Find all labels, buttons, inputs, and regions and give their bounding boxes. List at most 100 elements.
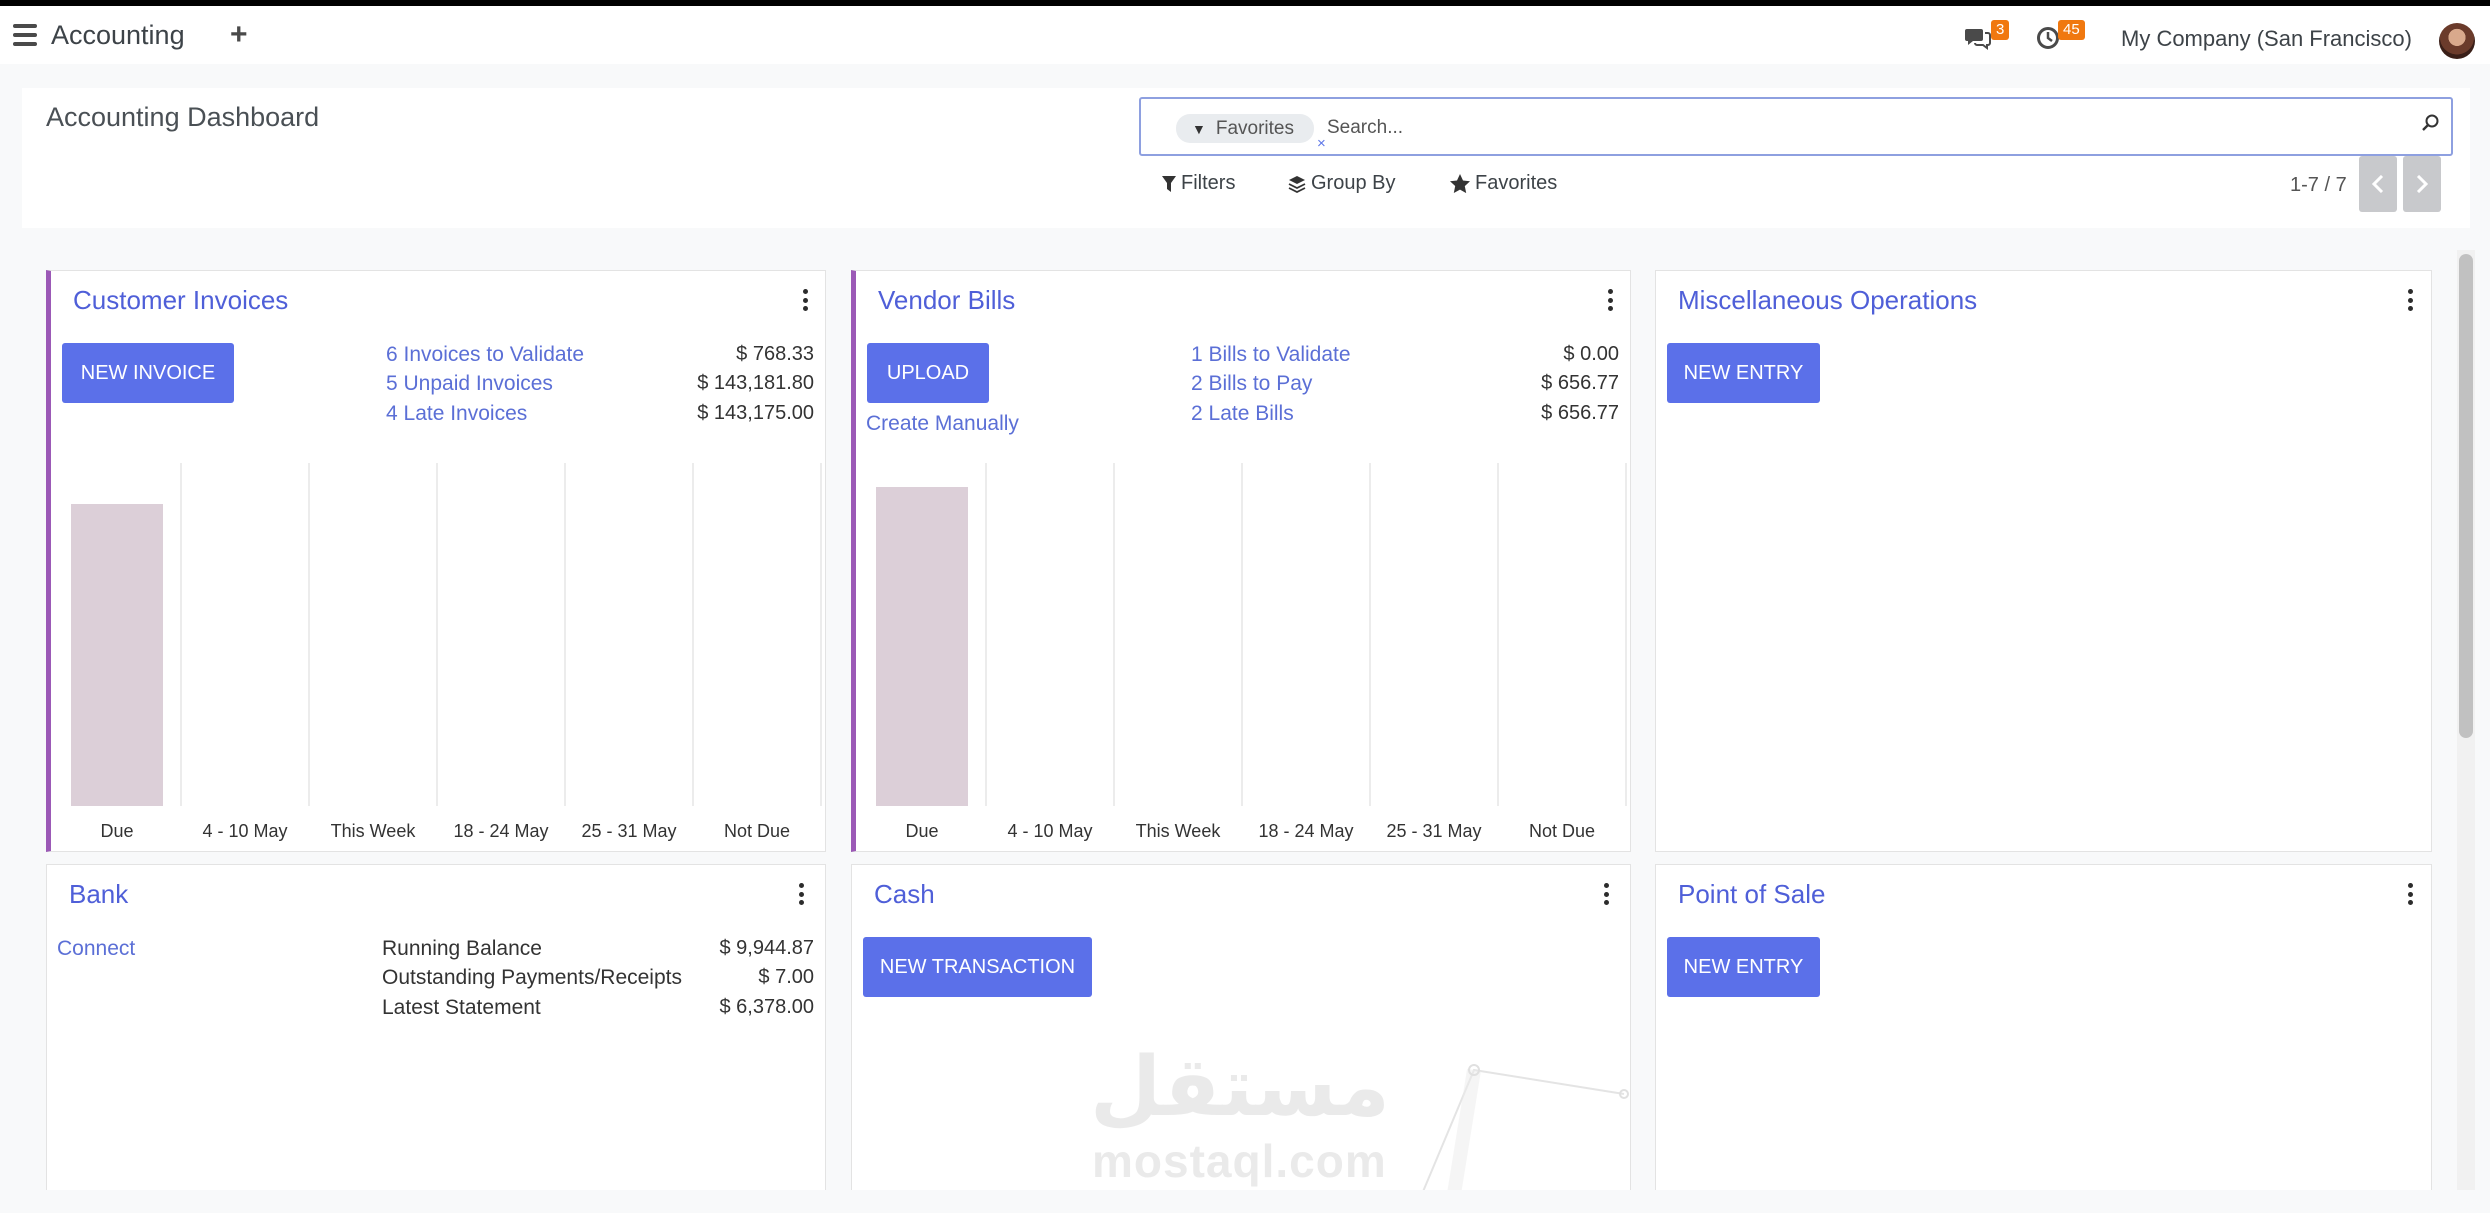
late-invoices-link[interactable]: 4 Late Invoices: [386, 402, 527, 426]
invoices-to-validate-amount: $ 768.33: [736, 343, 814, 365]
customer-invoices-title[interactable]: Customer Invoices: [73, 285, 288, 316]
search-facet-label: Favorites: [1215, 117, 1294, 139]
company-switcher[interactable]: My Company (San Francisco): [2121, 26, 2412, 52]
bank-connect-link[interactable]: Connect: [57, 937, 135, 961]
bank-card: Bank Connect Running Balance $ 9,944.87 …: [46, 864, 826, 1194]
chart-tick-label: This Week: [1135, 821, 1221, 841]
filters-button[interactable]: Filters: [1162, 172, 1235, 195]
chevron-right-icon: [2416, 175, 2428, 193]
vendor-bills-title[interactable]: Vendor Bills: [878, 285, 1015, 316]
watermark-arabic-text: مستقل: [1090, 1040, 1390, 1135]
invoices-to-validate-link[interactable]: 6 Invoices to Validate: [386, 343, 584, 367]
user-avatar[interactable]: [2439, 23, 2475, 59]
bills-to-pay-link[interactable]: 2 Bills to Pay: [1191, 372, 1312, 396]
cash-title[interactable]: Cash: [874, 879, 935, 910]
bills-to-validate-amount: $ 0.00: [1563, 343, 1619, 365]
messages-button[interactable]: 3: [1964, 20, 2014, 54]
chart-tick-label: 18 - 24 May: [453, 821, 549, 841]
bank-title[interactable]: Bank: [69, 879, 128, 910]
messages-count-badge: 3: [1991, 20, 2010, 40]
chart-bar[interactable]: [876, 487, 968, 806]
search-input[interactable]: [1327, 113, 2407, 143]
main-navbar: Accounting + 3 45 My Company (San Franci…: [0, 6, 2490, 64]
chart-bar[interactable]: [71, 504, 163, 806]
vendor-bills-chart: Due 4 - 10 May This Week 18 - 24 May 25 - 31…: [858, 463, 1627, 841]
plus-icon[interactable]: +: [230, 18, 248, 52]
chart-gridline: [692, 463, 694, 806]
control-panel: Accounting Dashboard ▼ Favorites × Filte…: [22, 88, 2470, 228]
chart-gridline: [985, 463, 987, 806]
new-transaction-button[interactable]: NEW TRANSACTION: [863, 937, 1092, 997]
unpaid-invoices-link[interactable]: 5 Unpaid Invoices: [386, 372, 553, 396]
app-title[interactable]: Accounting: [51, 20, 185, 51]
chart-tick-label: 25 - 31 May: [1386, 821, 1482, 841]
chart-tick-label: 25 - 31 May: [581, 821, 677, 841]
page-title: Accounting Dashboard: [46, 102, 320, 132]
new-entry-button[interactable]: NEW ENTRY: [1667, 937, 1820, 997]
customer-invoices-card: Customer Invoices NEW INVOICE 6 Invoices…: [46, 270, 826, 852]
scrollbar-thumb[interactable]: [2459, 254, 2473, 738]
search-bar[interactable]: ▼ Favorites ×: [1139, 97, 2453, 156]
favorites-button[interactable]: Favorites: [1450, 172, 1557, 195]
bills-to-validate-link[interactable]: 1 Bills to Validate: [1191, 343, 1351, 367]
search-icon[interactable]: [2421, 113, 2445, 137]
kebab-menu-icon[interactable]: [1601, 883, 1611, 905]
hamburger-menu-icon[interactable]: [13, 24, 37, 46]
star-icon: [1450, 174, 1470, 193]
misc-operations-title[interactable]: Miscellaneous Operations: [1678, 285, 1977, 316]
chart-tick-label: 18 - 24 May: [1258, 821, 1354, 841]
chart-gridline: [1369, 463, 1371, 806]
group-by-button[interactable]: Group By: [1288, 172, 1395, 195]
favorites-label: Favorites: [1475, 172, 1558, 194]
vendor-bills-card: Vendor Bills UPLOAD Create Manually 1 Bi…: [851, 270, 1631, 852]
unpaid-invoices-amount: $ 143,181.80: [697, 372, 814, 394]
outstanding-payments-amount: $ 7.00: [758, 966, 814, 988]
chart-gridline: [1241, 463, 1243, 806]
upload-button[interactable]: UPLOAD: [867, 343, 989, 403]
kebab-menu-icon[interactable]: [2405, 289, 2415, 311]
chart-gridline: [1625, 463, 1627, 806]
outstanding-payments-label: Outstanding Payments/Receipts: [382, 966, 682, 989]
chevron-left-icon: [2372, 175, 2384, 193]
layers-icon: [1288, 175, 1306, 193]
bills-to-pay-amount: $ 656.77: [1541, 372, 1619, 394]
chart-tick-label: Not Due: [723, 821, 791, 841]
chart-tick-label: Due: [905, 821, 939, 841]
pager-next-button[interactable]: [2403, 156, 2441, 212]
running-balance-amount: $ 9,944.87: [719, 937, 814, 959]
watermark-decoration: [1421, 1064, 1629, 1194]
chart-tick-label: Due: [100, 821, 134, 841]
pager-value[interactable]: 1-7 / 7: [2290, 174, 2347, 197]
bottom-strip: [0, 1190, 2490, 1213]
latest-statement-amount: $ 6,378.00: [719, 996, 814, 1018]
mostaql-watermark-logo: مستقل mostaql.com: [1090, 1040, 1410, 1190]
chart-gridline: [180, 463, 182, 806]
pager-previous-button[interactable]: [2359, 156, 2397, 212]
late-bills-link[interactable]: 2 Late Bills: [1191, 402, 1294, 426]
kebab-menu-icon[interactable]: [800, 289, 810, 311]
chart-gridline: [820, 463, 822, 806]
kebab-menu-icon[interactable]: [796, 883, 806, 905]
activities-count-badge: 45: [2058, 20, 2085, 40]
create-manually-link[interactable]: Create Manually: [866, 412, 1019, 436]
kebab-menu-icon[interactable]: [2405, 883, 2415, 905]
point-of-sale-title[interactable]: Point of Sale: [1678, 879, 1825, 910]
running-balance-label: Running Balance: [382, 937, 542, 960]
chart-gridline: [564, 463, 566, 806]
latest-statement-label: Latest Statement: [382, 996, 541, 1019]
late-bills-amount: $ 656.77: [1541, 402, 1619, 424]
search-facet[interactable]: ▼ Favorites: [1176, 114, 1314, 143]
misc-operations-card: Miscellaneous Operations NEW ENTRY: [1655, 270, 2432, 852]
chart-tick-label: Not Due: [1528, 821, 1596, 841]
customer-invoices-chart: Due 4 - 10 May This Week 18 - 24 May 25 - 31…: [53, 463, 822, 841]
remove-facet-icon[interactable]: ×: [1317, 135, 1326, 152]
kebab-menu-icon[interactable]: [1605, 289, 1615, 311]
new-entry-button[interactable]: NEW ENTRY: [1667, 343, 1820, 403]
new-invoice-button[interactable]: NEW INVOICE: [62, 343, 234, 403]
point-of-sale-card: Point of Sale NEW ENTRY: [1655, 864, 2432, 1194]
activities-button[interactable]: 45: [2036, 20, 2086, 54]
group-by-label: Group By: [1311, 172, 1396, 194]
filter-icon: [1162, 175, 1176, 192]
chart-gridline: [308, 463, 310, 806]
chart-tick-label: 4 - 10 May: [1007, 821, 1093, 841]
